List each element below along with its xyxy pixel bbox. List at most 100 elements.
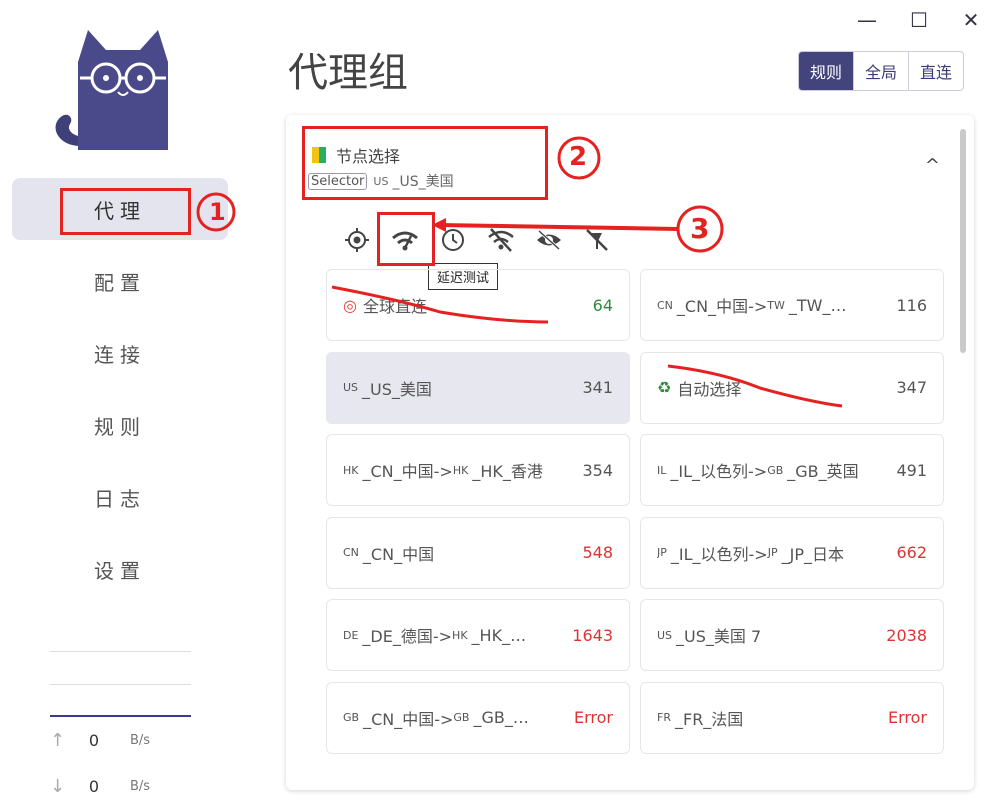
mode-switch: 规则 全局 直连	[798, 51, 965, 91]
annotation-box-3	[377, 212, 435, 266]
delay-value[interactable]: 548	[582, 543, 613, 562]
sidebar-item-rules[interactable]: 规则	[12, 394, 228, 456]
flag-label: IL	[657, 463, 667, 477]
proxy-node[interactable]: GB _CN_中国-> GB _GB_… Error	[326, 681, 630, 754]
flag-label: US	[343, 381, 359, 394]
flag-label: GB	[767, 463, 784, 477]
proxy-node-name: US _US_美国	[343, 376, 432, 400]
sidebar-item-logs[interactable]: 日志	[12, 466, 228, 528]
flag-label: CN	[657, 298, 673, 312]
node-name-text: 全球直连	[362, 297, 427, 316]
node-name-text: _CN_中国->	[676, 297, 768, 316]
delay-value[interactable]: 116	[896, 296, 927, 315]
proxy-node-name: GB _CN_中国-> GB _GB_…	[343, 706, 529, 730]
annotation-box-2	[302, 126, 548, 200]
close-icon[interactable]: ✕	[945, 6, 997, 34]
node-name-text: _HK_…	[471, 625, 527, 645]
flag-label: TW	[767, 298, 785, 312]
filter-off-icon[interactable]	[580, 223, 614, 257]
sidebar-item-connections[interactable]: 连接	[12, 322, 228, 384]
proxy-node-name: FR _FR_法国	[657, 706, 743, 730]
proxy-node-name: IL _IL_以色列-> GB _GB_英国	[657, 458, 859, 482]
traffic-graph-baseline	[50, 715, 191, 717]
flag-label: GB	[453, 711, 470, 724]
cat-logo-icon	[55, 30, 168, 150]
node-name-text: _CN_中国->	[362, 462, 453, 481]
node-name-text: _US_美国 7	[676, 627, 762, 646]
delay-value[interactable]: 341	[582, 378, 613, 397]
proxy-node[interactable]: ♻ 自动选择 347	[640, 351, 944, 424]
annotation-box-1	[60, 188, 191, 235]
proxy-node[interactable]: ◎ 全球直连 64	[326, 269, 630, 341]
window-controls: — ☐ ✕	[841, 6, 997, 34]
scrollbar[interactable]	[960, 129, 966, 353]
minimize-icon[interactable]: —	[841, 6, 893, 34]
flag-label: DE	[343, 628, 359, 642]
node-name-text: _DE_德国->	[362, 627, 453, 646]
download-unit: B/s	[130, 779, 151, 794]
delay-value[interactable]: Error	[888, 708, 927, 727]
flag-label: JP	[767, 546, 778, 559]
flag-label: HK	[452, 628, 468, 642]
upload-speed: ↑ 0 B/s	[50, 730, 200, 751]
node-name-text: _CN_中国->	[363, 709, 454, 729]
page-title: 代理组	[288, 50, 408, 96]
mode-rule-button[interactable]: 规则	[799, 52, 854, 90]
proxy-node[interactable]: CN _CN_中国 548	[326, 516, 630, 589]
flag-label: GB	[343, 711, 360, 724]
proxy-node[interactable]: US _US_美国 341	[326, 351, 630, 424]
proxy-node[interactable]: US _US_美国 7 2038	[640, 599, 944, 671]
download-value: 0	[88, 777, 100, 796]
proxy-node-name: HK _CN_中国-> HK _HK_香港	[343, 458, 543, 482]
proxy-node[interactable]: CN _CN_中国-> TW _TW_… 116	[640, 269, 944, 341]
flag-label: JP	[657, 546, 667, 559]
recycle-icon: ♻	[657, 378, 672, 397]
proxy-node[interactable]: DE _DE_德国-> HK _HK_… 1643	[326, 599, 630, 671]
arrow-up-icon: ↑	[50, 730, 66, 751]
delay-value[interactable]: 1643	[572, 626, 613, 645]
proxy-node[interactable]: FR _FR_法国 Error	[640, 681, 944, 754]
proxy-node-name: CN _CN_中国	[343, 541, 434, 565]
mode-global-button[interactable]: 全局	[853, 52, 908, 90]
proxy-node-name: US _US_美国 7	[657, 623, 761, 647]
eye-off-icon[interactable]	[532, 223, 566, 257]
download-speed: ↓ 0 B/s	[50, 776, 200, 797]
sidebar-nav: 代理 配置 连接 规则 日志 设置	[12, 178, 228, 610]
proxy-node-name: CN _CN_中国-> TW _TW_…	[657, 293, 846, 317]
delay-value[interactable]: 354	[582, 461, 613, 480]
node-name-text: _GB_…	[473, 708, 529, 727]
proxy-node-name: ♻ 自动选择	[657, 376, 741, 400]
arrow-down-icon: ↓	[50, 776, 66, 797]
node-name-text: _US_美国	[362, 379, 432, 399]
node-name-text: _CN_中国	[362, 544, 435, 564]
delay-value[interactable]: 347	[896, 378, 927, 397]
node-name-text: _IL_以色列->	[670, 544, 768, 564]
locate-icon[interactable]	[340, 223, 374, 257]
delay-value[interactable]: Error	[574, 708, 613, 727]
delay-value[interactable]: 491	[896, 461, 927, 480]
chevron-up-icon[interactable]: ^	[925, 155, 940, 176]
delay-value[interactable]: 2038	[886, 626, 927, 645]
proxy-node[interactable]: JP _IL_以色列-> JP _JP_日本 662	[640, 516, 944, 589]
wifi-off-icon[interactable]	[484, 223, 518, 257]
node-name-text: _IL_以色列->	[670, 462, 768, 481]
sidebar-item-settings[interactable]: 设置	[12, 538, 228, 600]
proxy-node[interactable]: HK _CN_中国-> HK _HK_香港 354	[326, 434, 630, 506]
upload-unit: B/s	[130, 733, 151, 748]
flag-label: FR	[657, 711, 671, 724]
sidebar-item-profiles[interactable]: 配置	[12, 250, 228, 312]
delay-value[interactable]: 662	[896, 543, 927, 562]
proxy-node[interactable]: IL _IL_以色列-> GB _GB_英国 491	[640, 434, 944, 506]
node-name-text: _JP_日本	[781, 544, 844, 564]
node-name-text: _HK_香港	[472, 462, 543, 481]
mode-direct-button[interactable]: 直连	[908, 52, 963, 90]
node-name-text: _GB_英国	[787, 462, 859, 481]
node-name-text: 自动选择	[677, 379, 742, 399]
divider	[50, 684, 191, 685]
maximize-icon[interactable]: ☐	[893, 6, 945, 34]
proxy-node-name: ◎ 全球直连	[343, 293, 427, 317]
flag-label: HK	[343, 463, 359, 477]
node-name-text: _FR_法国	[674, 709, 744, 729]
clock-icon[interactable]	[436, 223, 470, 257]
delay-value[interactable]: 64	[593, 296, 613, 315]
